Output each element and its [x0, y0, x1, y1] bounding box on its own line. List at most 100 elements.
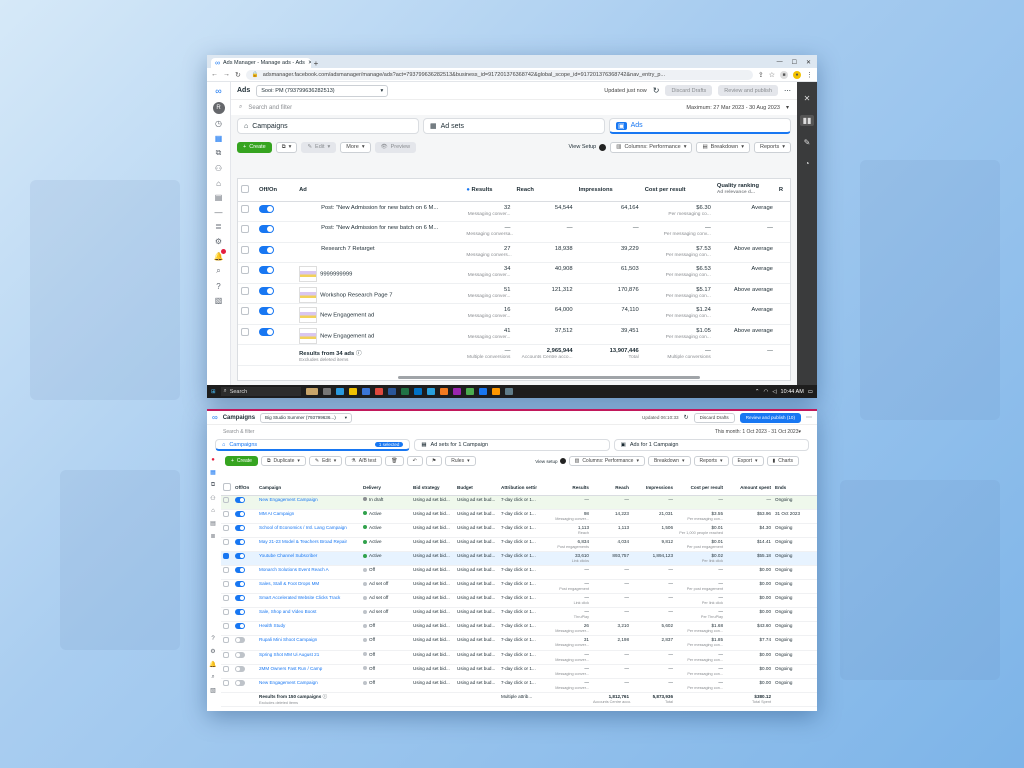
all-tools-icon[interactable]: ≣: [210, 533, 215, 540]
window-close-icon[interactable]: ✕: [806, 59, 811, 66]
col-impressions[interactable]: Impressions: [575, 179, 642, 202]
col-onoff[interactable]: Off/On: [233, 481, 257, 496]
on-off-toggle[interactable]: [235, 651, 245, 658]
row-checkbox[interactable]: [238, 201, 257, 222]
col-amount-spent[interactable]: Amount spent: [725, 481, 773, 496]
campaign-row[interactable]: Youtube Channel Subscriber Active Using ad…: [221, 551, 817, 566]
ad-name[interactable]: New Engagement ad: [320, 313, 374, 319]
duplicate-button[interactable]: ⧉ ▾: [275, 141, 298, 153]
row-toggle[interactable]: [233, 607, 257, 623]
row-checkbox[interactable]: [221, 678, 233, 693]
on-off-toggle[interactable]: [235, 524, 245, 531]
campaign-name-cell[interactable]: 2MM Owners Fast Run / Camp: [257, 664, 361, 679]
chrome-menu-icon[interactable]: ⋮: [806, 71, 813, 79]
ad-row[interactable]: 9999999999 34 Messaging conver... 40,908 61,…: [238, 262, 790, 284]
on-off-toggle[interactable]: [259, 327, 275, 336]
campaign-name[interactable]: May 21-23 Model & Teachers Broad Repair: [259, 539, 347, 544]
ad-name-cell[interactable]: New Engagement ad: [296, 324, 464, 345]
ad-name[interactable]: New Engagement ad: [320, 333, 374, 339]
volume-icon[interactable]: ◁: [772, 389, 776, 395]
row-toggle[interactable]: [256, 221, 297, 243]
search-filter-bar[interactable]: Search & filter This month: 1 Oct 2023 -…: [207, 425, 817, 439]
campaign-name-cell[interactable]: New Engagement Campaign: [257, 678, 361, 693]
campaign-name[interactable]: 2MM Owners Fast Run / Camp: [259, 666, 322, 671]
campaign-row[interactable]: Health Study Off Using ad set bid... Using …: [221, 621, 817, 637]
row-checkbox[interactable]: [238, 221, 257, 243]
row-toggle[interactable]: [233, 678, 257, 693]
maximize-icon[interactable]: ☐: [792, 59, 797, 66]
chart-panel-icon[interactable]: ▮▮: [799, 115, 815, 126]
windows-start-icon[interactable]: ⊞: [211, 389, 216, 395]
notifications-bell-icon[interactable]: 🔔: [214, 248, 227, 261]
review-publish-button[interactable]: Review and publish: [718, 85, 778, 96]
campaign-row[interactable]: Sales, Stall & Foot Drops MM Ad set off Us…: [221, 579, 817, 595]
campaign-name-cell[interactable]: Sale, Shop and Video Boost: [257, 607, 361, 623]
undo-icon[interactable]: ↶: [406, 456, 423, 466]
tag-icon[interactable]: ⚑: [425, 456, 443, 466]
search-nav-icon[interactable]: ⌕: [216, 266, 220, 276]
on-off-toggle[interactable]: [235, 595, 245, 602]
report-icon[interactable]: ▧: [215, 296, 223, 305]
col-bid-strategy[interactable]: Bid strategy: [411, 481, 455, 496]
overview-icon[interactable]: ◷: [215, 119, 222, 128]
file-explorer-icon[interactable]: [348, 388, 357, 395]
on-off-toggle[interactable]: [235, 581, 245, 588]
campaigns-table-icon[interactable]: ▦: [215, 134, 223, 143]
taskbar-clock[interactable]: 10:44 AM: [781, 389, 804, 395]
row-checkbox[interactable]: [221, 565, 233, 581]
campaign-row[interactable]: Rupali Mini Shoot Campaign Off Using ad se…: [221, 635, 817, 651]
view-setup-toggle[interactable]: View Setup: [569, 143, 607, 151]
tab-ads[interactable]: ▣ Ads: [609, 118, 791, 134]
on-off-toggle[interactable]: [235, 609, 245, 616]
col-delivery[interactable]: Delivery: [361, 481, 411, 496]
campaign-name[interactable]: Youtube Channel Subscriber: [259, 553, 317, 558]
edge-icon[interactable]: [335, 388, 344, 395]
col-reach[interactable]: Reach: [591, 481, 631, 496]
outlook-icon[interactable]: [413, 388, 422, 395]
more-button[interactable]: More ▾: [340, 141, 371, 153]
view-setup-toggle[interactable]: View setup: [535, 458, 566, 464]
tab-ad-sets[interactable]: ▦ Ad sets: [423, 118, 605, 134]
preview-button[interactable]: 👁 Preview: [374, 141, 417, 153]
campaign-row[interactable]: 2MM Owners Fast Run / Camp Off Using ad se…: [221, 664, 817, 679]
on-off-toggle[interactable]: [235, 637, 245, 644]
account-avatar[interactable]: R: [212, 101, 225, 114]
notifications-bell-icon[interactable]: 🔔: [209, 661, 216, 668]
edit-button[interactable]: ✎ Edit ▾: [308, 456, 343, 466]
ad-row[interactable]: New Engagement ad 41 Messaging conver... 37…: [238, 324, 790, 345]
horizontal-scrollbar[interactable]: [398, 376, 700, 379]
account-avatar-icon[interactable]: ●: [211, 457, 215, 463]
settings-gear-icon[interactable]: ⚙: [210, 648, 215, 655]
row-checkbox[interactable]: [221, 551, 233, 566]
reload-icon[interactable]: ↻: [235, 71, 241, 79]
campaign-name[interactable]: Health Study: [259, 623, 285, 628]
col-attribution[interactable]: Attribution setting: [499, 481, 537, 496]
row-toggle[interactable]: [233, 495, 257, 510]
ad-name[interactable]: Post: "New Admission for new batch on 6 …: [321, 225, 438, 231]
new-tab-icon[interactable]: +: [311, 58, 321, 68]
ad-row[interactable]: Post: "New Admission for new batch on 6 …: [238, 201, 790, 222]
select-all-checkbox[interactable]: [221, 481, 233, 496]
ad-row[interactable]: Post: "New Admission for new batch on 6 …: [238, 221, 790, 243]
row-toggle[interactable]: [256, 242, 297, 263]
weather-widget-icon[interactable]: [305, 388, 318, 395]
campaign-name-cell[interactable]: Youtube Channel Subscriber: [257, 551, 361, 566]
on-off-toggle[interactable]: [259, 245, 275, 254]
review-publish-button[interactable]: Review and publish (10): [739, 412, 801, 423]
campaign-name[interactable]: Monarch Solutions Event Reach A: [259, 567, 329, 572]
on-off-toggle[interactable]: [235, 510, 245, 517]
campaign-name-cell[interactable]: Spring Shot MM Ui August 21: [257, 650, 361, 665]
on-off-toggle[interactable]: [235, 623, 245, 630]
breakdown-button[interactable]: ▤ Breakdown ▾: [696, 141, 750, 153]
chrome-icon[interactable]: [374, 388, 383, 395]
row-toggle[interactable]: [233, 537, 257, 552]
row-toggle[interactable]: [233, 509, 257, 524]
telegram-icon[interactable]: [426, 388, 435, 395]
on-off-toggle[interactable]: [235, 679, 245, 686]
reports-button[interactable]: Reports ▾: [753, 141, 791, 153]
row-checkbox[interactable]: [221, 621, 233, 637]
campaign-name-cell[interactable]: New Engagement Campaign: [257, 495, 361, 510]
close-panel-icon[interactable]: ✕: [804, 94, 811, 103]
col-budget[interactable]: Budget: [455, 481, 499, 496]
extension-icon[interactable]: ■: [780, 70, 788, 79]
